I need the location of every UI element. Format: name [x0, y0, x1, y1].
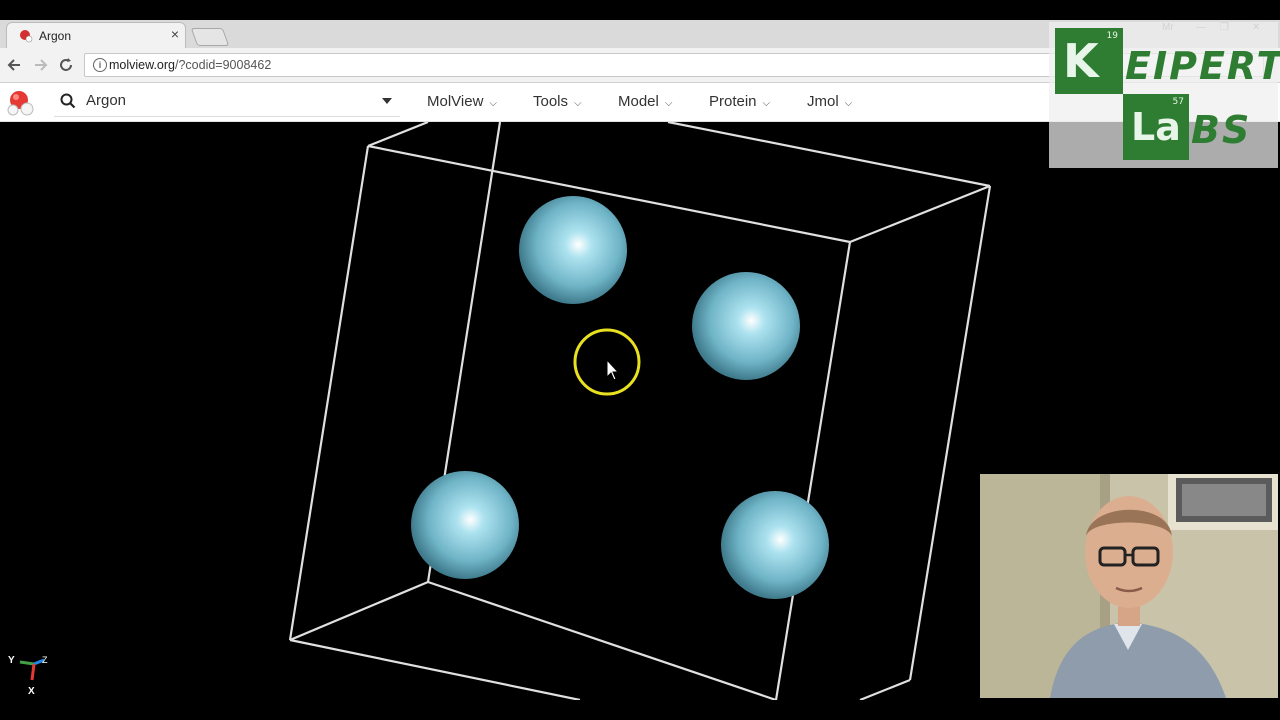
new-tab-button[interactable]: [190, 28, 230, 46]
watermark-la-element-box: 57 La: [1123, 94, 1189, 160]
argon-atom[interactable]: [519, 196, 627, 304]
unit-cell-edges: [288, 122, 992, 700]
presenter-video-image: [980, 474, 1278, 698]
menu-molview[interactable]: MolView ⌵: [427, 93, 497, 110]
cell-edge: [849, 184, 991, 244]
screen-top-strip: [0, 0, 1280, 20]
chevron-down-icon: ⌵: [489, 98, 498, 109]
cell-edge: [289, 638, 581, 700]
chevron-down-icon: ⌵: [664, 98, 673, 109]
axis-x-label: X: [28, 686, 35, 697]
cell-edge: [859, 678, 911, 700]
chevron-down-icon: ⌵: [574, 98, 582, 109]
chevron-down-icon: ⌵: [844, 98, 853, 109]
webcam-overlay: [980, 474, 1278, 698]
watermark-la-symbol: La: [1131, 105, 1181, 149]
cell-edge: [427, 580, 777, 700]
argon-atom[interactable]: [411, 471, 519, 579]
browser-tab-argon[interactable]: Argon ×: [6, 22, 186, 48]
axis-z-label: Z: [42, 655, 48, 665]
menu-model-label: Model: [618, 93, 659, 110]
watermark-k-rest: EIPERT: [1125, 44, 1280, 88]
mouse-pointer-icon: [606, 358, 620, 381]
reload-icon[interactable]: [56, 55, 76, 75]
watermark-k-number: 19: [1106, 31, 1118, 41]
keipert-labs-watermark: 19 K EIPERT 57 La BS: [1049, 22, 1280, 168]
back-arrow-icon[interactable]: [5, 55, 25, 75]
site-info-icon[interactable]: i: [93, 58, 107, 72]
cell-edge: [289, 580, 429, 642]
menu-tools[interactable]: Tools ⌵: [533, 93, 582, 110]
menu-protein-label: Protein: [709, 93, 757, 110]
search-input[interactable]: Argon: [86, 92, 126, 109]
watermark-la-rest: BS: [1191, 108, 1252, 152]
watermark-k-symbol: K: [1063, 34, 1099, 88]
axis-y-label: Y: [8, 655, 15, 666]
cell-edge: [667, 122, 991, 188]
forward-arrow-icon[interactable]: [30, 55, 50, 75]
tab-close-icon[interactable]: ×: [171, 26, 179, 42]
tab-title: Argon: [39, 29, 72, 43]
molview-favicon-icon: [20, 30, 33, 43]
url-path: /?codid=9008462: [175, 58, 272, 72]
cell-edge: [367, 122, 429, 148]
menu-jmol[interactable]: Jmol ⌵: [807, 93, 852, 110]
chevron-down-icon: ⌵: [762, 98, 771, 109]
url-text: molview.org/?codid=9008462: [109, 58, 271, 72]
argon-atom[interactable]: [721, 491, 829, 599]
search-box[interactable]: Argon: [54, 86, 400, 117]
menu-molview-label: MolView: [427, 93, 484, 110]
watermark-k-element-box: 19 K: [1055, 28, 1123, 94]
menu-model[interactable]: Model ⌵: [618, 93, 672, 110]
search-icon[interactable]: [60, 93, 76, 109]
url-host: molview.org: [109, 58, 175, 72]
molview-logo-icon[interactable]: [6, 88, 36, 118]
menu-tools-label: Tools: [533, 93, 569, 110]
cell-edge: [908, 185, 992, 681]
menu-jmol-label: Jmol: [807, 93, 839, 110]
menu-protein[interactable]: Protein ⌵: [709, 93, 770, 110]
argon-atom[interactable]: [692, 272, 800, 380]
axes-orientation-icon: Y Z X: [8, 655, 48, 697]
cell-edge: [288, 145, 370, 641]
search-dropdown-caret-icon[interactable]: [382, 98, 392, 104]
